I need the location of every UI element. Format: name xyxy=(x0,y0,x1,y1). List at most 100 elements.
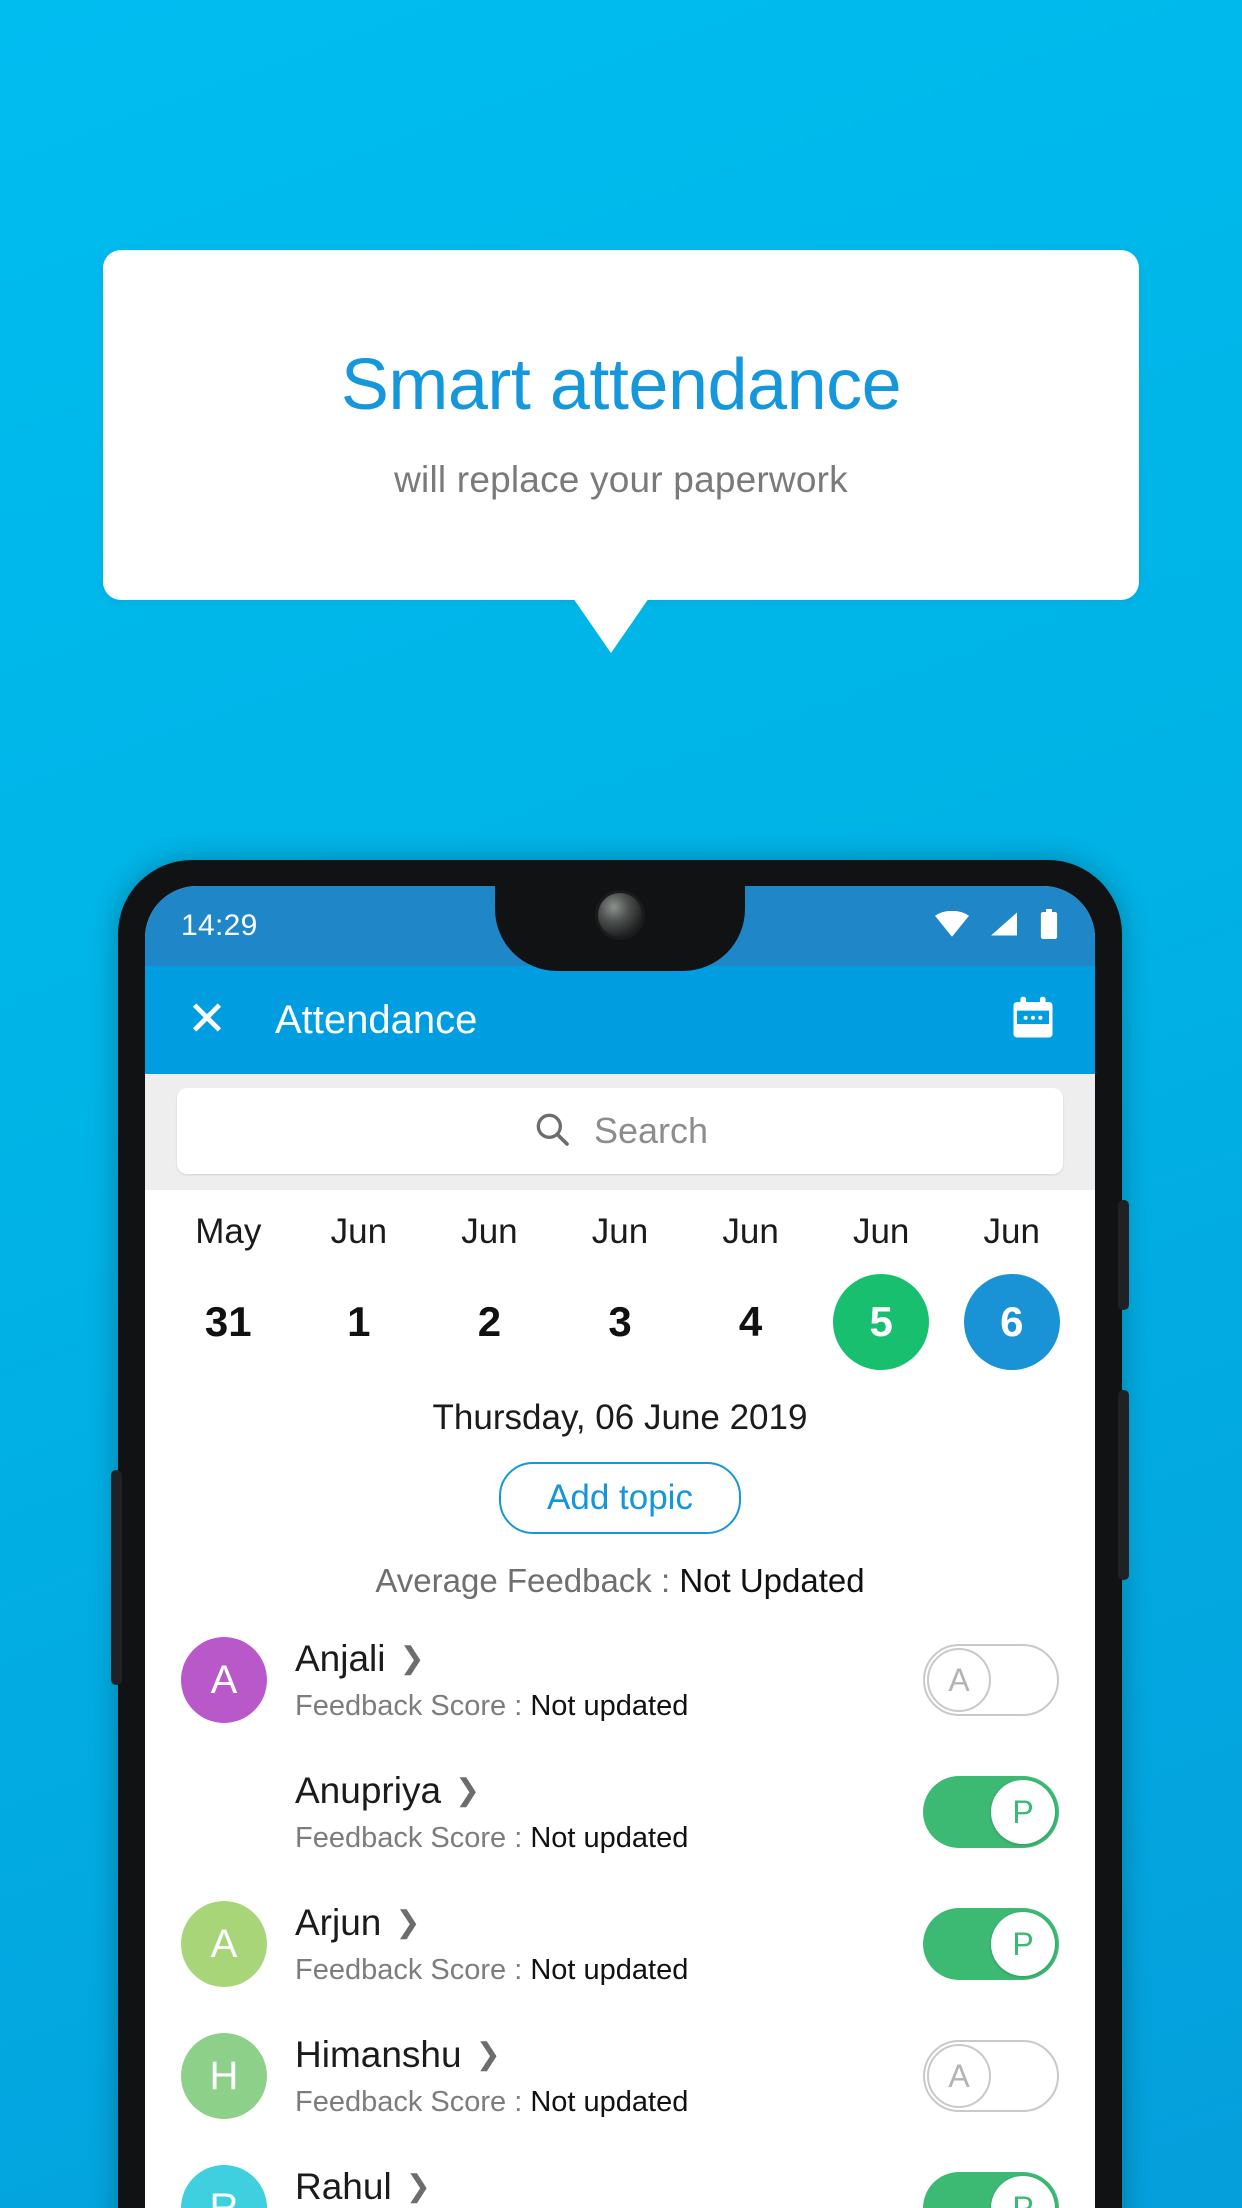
student-name-line[interactable]: Arjun ❯ xyxy=(295,1902,923,1944)
wifi-icon xyxy=(935,910,969,942)
search-icon xyxy=(532,1109,572,1154)
date-cell[interactable]: Jun 5 xyxy=(816,1212,947,1370)
feedback-score-label: Feedback Score : xyxy=(295,2085,531,2118)
date-cell[interactable]: Jun 4 xyxy=(685,1212,816,1370)
student-info: Himanshu ❯ Feedback Score : Not updated xyxy=(295,2034,923,2119)
student-row[interactable]: H Himanshu ❯ Feedback Score : Not updated A xyxy=(145,2010,1095,2142)
avatar: R xyxy=(181,2165,267,2208)
student-name-line[interactable]: Anjali ❯ xyxy=(295,1638,923,1680)
add-topic-button[interactable]: Add topic xyxy=(499,1462,741,1534)
date-month: Jun xyxy=(591,1212,649,1251)
phone-screen: 14:29 ✕ Attendance Search May 31 Jun 1 J… xyxy=(145,886,1095,2208)
search-placeholder: Search xyxy=(593,1110,709,1151)
date-strip: May 31 Jun 1 Jun 2 Jun 3 Jun 4 Jun 5 Jun 6 xyxy=(145,1190,1095,1376)
avatar: H xyxy=(181,2033,267,2119)
front-camera xyxy=(598,893,642,937)
avatar: A xyxy=(181,1637,267,1723)
student-name: Arjun xyxy=(295,1901,382,1943)
date-day[interactable]: 2 xyxy=(441,1274,537,1370)
student-list: A Anjali ❯ Feedback Score : Not updated A A An… xyxy=(145,1614,1095,2208)
chevron-right-icon[interactable]: ❯ xyxy=(395,1907,420,1938)
attendance-toggle-knob: P xyxy=(991,2176,1055,2208)
feedback-score: Feedback Score : Not updated xyxy=(295,1822,923,1855)
average-feedback-label: Average Feedback : xyxy=(375,1562,680,1599)
promo-bubble: Smart attendance will replace your paper… xyxy=(103,250,1139,600)
date-month: Jun xyxy=(330,1212,388,1251)
student-info: Anjali ❯ Feedback Score : Not updated xyxy=(295,1638,923,1723)
add-topic-area: Add topic xyxy=(145,1438,1095,1534)
phone-button-assistant xyxy=(111,1470,122,1685)
student-row[interactable]: RRahul❯Feedback Score : Not updatedP xyxy=(145,2142,1095,2208)
student-row[interactable]: A Anjali ❯ Feedback Score : Not updated A xyxy=(145,1614,1095,1746)
feedback-score: Feedback Score : Not updated xyxy=(295,1954,923,1987)
date-day[interactable]: 6 xyxy=(963,1274,1060,1370)
date-cell[interactable]: Jun 3 xyxy=(555,1212,686,1370)
attendance-toggle-knob: P xyxy=(991,1780,1055,1844)
search-input[interactable]: Search xyxy=(177,1088,1063,1174)
phone-button-power xyxy=(1118,1200,1129,1310)
date-day[interactable]: 1 xyxy=(311,1274,407,1370)
student-name-line[interactable]: Himanshu ❯ xyxy=(295,2034,923,2076)
phone-notch xyxy=(495,886,745,971)
average-feedback-value: Not Updated xyxy=(679,1562,865,1599)
student-name: Himanshu xyxy=(295,2033,462,2075)
attendance-toggle[interactable]: P xyxy=(923,2172,1059,2208)
avatar: A xyxy=(210,1789,238,1834)
student-name: Anjali xyxy=(295,1637,386,1679)
close-icon[interactable]: ✕ xyxy=(181,994,233,1046)
status-bar: 14:29 xyxy=(145,886,1095,971)
student-name: Anupriya xyxy=(295,1769,442,1811)
date-cell[interactable]: May 31 xyxy=(163,1212,294,1370)
student-info: Rahul❯Feedback Score : Not updated xyxy=(295,2166,923,2208)
feedback-score-label: Feedback Score : xyxy=(295,1953,531,1986)
attendance-toggle[interactable]: P xyxy=(923,1776,1059,1848)
student-info: Arjun ❯ Feedback Score : Not updated xyxy=(295,1902,923,1987)
app-bar: ✕ Attendance xyxy=(145,966,1095,1074)
student-row[interactable]: A Arjun ❯ Feedback Score : Not updated P xyxy=(145,1878,1095,2010)
attendance-toggle-knob: A xyxy=(927,1648,991,1712)
signal-icon xyxy=(989,911,1019,942)
date-day[interactable]: 4 xyxy=(703,1274,799,1370)
date-month: Jun xyxy=(852,1212,910,1251)
student-name-line[interactable]: Anupriya ❯ xyxy=(295,1770,923,1812)
phone-button-volume xyxy=(1118,1390,1129,1580)
date-cell[interactable]: Jun 1 xyxy=(294,1212,425,1370)
attendance-toggle-knob: P xyxy=(991,1912,1055,1976)
attendance-toggle[interactable]: P xyxy=(923,1908,1059,1980)
attendance-toggle-knob: A xyxy=(927,2044,991,2108)
search-area: Search xyxy=(145,1074,1095,1190)
battery-icon xyxy=(1039,908,1059,944)
student-info: Anupriya ❯ Feedback Score : Not updated xyxy=(295,1770,923,1855)
average-feedback: Average Feedback : Not Updated xyxy=(145,1534,1095,1614)
feedback-score: Feedback Score : Not updated xyxy=(295,2086,923,2119)
date-cell[interactable]: Jun 6 xyxy=(946,1212,1077,1370)
attendance-toggle[interactable]: A xyxy=(923,1644,1059,1716)
student-row[interactable]: A Anupriya ❯ Feedback Score : Not updated P xyxy=(145,1746,1095,1878)
date-month: May xyxy=(195,1212,262,1251)
date-month: Jun xyxy=(461,1212,518,1251)
feedback-score-label: Feedback Score : xyxy=(295,1689,531,1722)
feedback-score: Feedback Score : Not updated xyxy=(295,1690,923,1723)
chevron-right-icon[interactable]: ❯ xyxy=(400,1643,425,1674)
status-time: 14:29 xyxy=(181,909,258,942)
chevron-right-icon[interactable]: ❯ xyxy=(476,2039,501,2070)
student-name: Rahul xyxy=(295,2165,392,2207)
date-day[interactable]: 5 xyxy=(833,1274,930,1370)
chevron-right-icon[interactable]: ❯ xyxy=(455,1775,480,1806)
status-icons xyxy=(935,908,1059,944)
chevron-right-icon[interactable]: ❯ xyxy=(406,2171,431,2202)
date-day[interactable]: 3 xyxy=(572,1274,668,1370)
calendar-icon[interactable] xyxy=(1007,992,1059,1049)
feedback-score-value: Not updated xyxy=(530,1953,689,1986)
date-month: Jun xyxy=(983,1212,1040,1251)
selected-date-label: Thursday, 06 June 2019 xyxy=(145,1376,1095,1438)
promo-bubble-tail xyxy=(573,598,649,653)
avatar: A xyxy=(181,1901,267,1987)
attendance-toggle[interactable]: A xyxy=(923,2040,1059,2112)
date-day[interactable]: 31 xyxy=(180,1274,276,1370)
promo-subtitle: will replace your paperwork xyxy=(394,459,848,500)
student-name-line[interactable]: Rahul ❯ xyxy=(295,2166,923,2208)
feedback-score-value: Not updated xyxy=(530,1689,689,1722)
date-cell[interactable]: Jun 2 xyxy=(424,1212,555,1370)
feedback-score-label: Feedback Score : xyxy=(295,1821,531,1854)
